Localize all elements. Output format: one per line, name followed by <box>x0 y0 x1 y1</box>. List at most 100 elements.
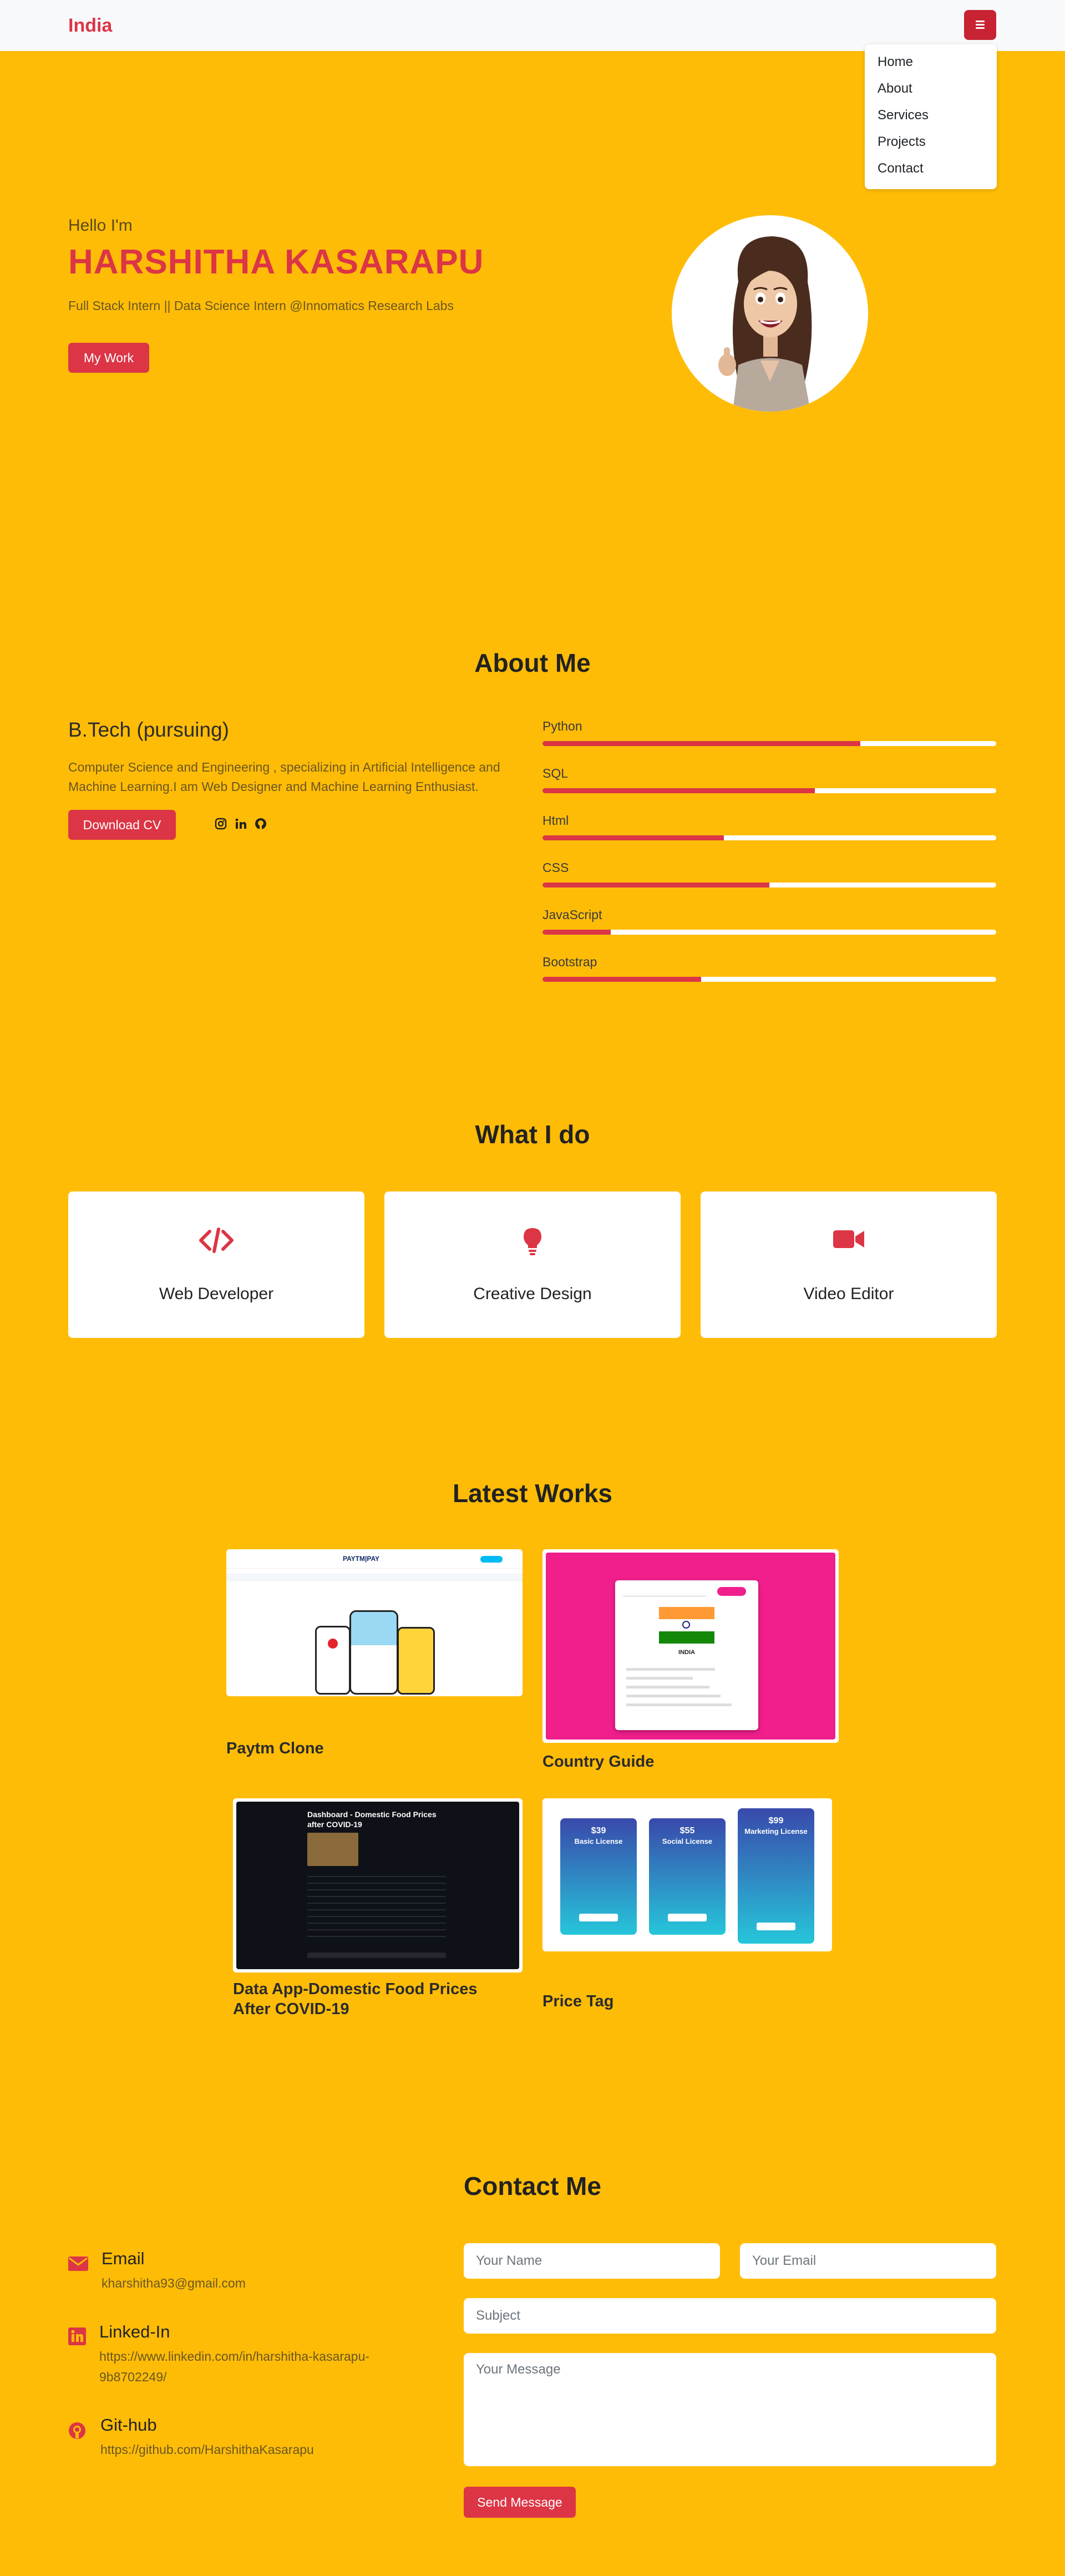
work-thumbnail-country-guide[interactable]: INDIA <box>542 1549 839 1743</box>
nav-dropdown-menu: Home About Services Projects Contact <box>865 44 997 189</box>
thumb-country-name: INDIA <box>678 1649 695 1656</box>
contact-label: Email <box>102 2249 145 2268</box>
my-work-button[interactable]: My Work <box>68 343 149 373</box>
avatar-illustration <box>672 215 868 412</box>
skill-progress-track <box>542 788 996 793</box>
about-text: Computer Science and Engineering , speci… <box>68 760 500 794</box>
thumb-country-card: INDIA <box>615 1580 758 1730</box>
message-input[interactable] <box>464 2353 996 2466</box>
price-value: $99 <box>768 1816 784 1825</box>
envelope-icon <box>68 2256 88 2274</box>
contact-title: Contact Me <box>464 2172 601 2200</box>
contact-value[interactable]: kharshitha93@gmail.com <box>102 2273 246 2294</box>
instagram-icon[interactable] <box>215 818 227 833</box>
service-label: Web Developer <box>159 1285 274 1303</box>
name-input[interactable] <box>464 2243 720 2279</box>
skill-progress-fill <box>542 788 815 793</box>
email-field[interactable] <box>740 2243 996 2279</box>
skill-progress-track <box>542 930 996 935</box>
nav-item-contact[interactable]: Contact <box>878 161 924 176</box>
works-title: Latest Works <box>452 1479 613 1508</box>
skill-progress-track <box>542 977 996 982</box>
skill-progress-fill <box>542 930 611 935</box>
brand-logo[interactable]: India <box>68 15 112 37</box>
thumb-phone-left <box>315 1626 351 1695</box>
lightbulb-icon <box>384 1227 681 1256</box>
nav-item-services[interactable]: Services <box>878 108 929 123</box>
skill-label: Bootstrap <box>542 955 597 969</box>
subject-input[interactable] <box>464 2298 996 2334</box>
linkedin-icon <box>68 2327 86 2348</box>
skill-progress-track <box>542 741 996 746</box>
service-card-video-editor[interactable]: Video Editor <box>701 1191 997 1338</box>
message-field[interactable] <box>464 2353 996 2466</box>
thumb-dashboard: Dashboard - Domestic Food Prices after C… <box>236 1802 519 1969</box>
skill-label: CSS <box>542 860 569 875</box>
services-title: What I do <box>475 1120 590 1149</box>
hero-name: HARSHITHA KASARAPU <box>68 243 484 281</box>
profile-avatar <box>672 215 868 412</box>
skills-list: Python SQL Html CSS JavaScript Bootstrap <box>542 719 996 983</box>
work-title-data-app[interactable]: Data App-Domestic Food Prices After COVI… <box>233 1979 510 2019</box>
price-card-basic: $39 Basic License <box>560 1818 637 1935</box>
work-thumbnail-data-app[interactable]: Dashboard - Domestic Food Prices after C… <box>233 1798 523 1972</box>
skill-label: Html <box>542 813 569 828</box>
work-title-paytm[interactable]: Paytm Clone <box>226 1738 324 1758</box>
contact-label: Git-hub <box>100 2415 157 2435</box>
price-plan: Marketing License <box>744 1827 808 1835</box>
skill-row: SQL <box>542 766 996 795</box>
linkedin-icon[interactable] <box>235 818 247 833</box>
send-message-button[interactable]: Send Message <box>464 2487 576 2518</box>
github-icon[interactable] <box>255 818 267 833</box>
thumb-phone-center <box>349 1610 398 1695</box>
hero-role: Full Stack Intern || Data Science Intern… <box>68 298 454 313</box>
skill-row: CSS <box>542 860 996 889</box>
name-field[interactable] <box>464 2243 720 2279</box>
nav-item-about[interactable]: About <box>878 81 912 97</box>
contact-value[interactable]: https://github.com/HarshithaKasarapu <box>100 2440 314 2460</box>
skill-row: Python <box>542 719 996 748</box>
menu-toggle-button[interactable] <box>964 10 996 40</box>
skill-progress-track <box>542 835 996 840</box>
work-thumbnail-price-tag[interactable]: $39 Basic License $55 Social License $99… <box>542 1798 832 1951</box>
work-title-price-tag[interactable]: Price Tag <box>542 1991 613 2011</box>
hero-greeting: Hello I'm <box>68 216 133 235</box>
skill-progress-fill <box>542 977 702 982</box>
skill-row: Bootstrap <box>542 955 996 983</box>
work-title-country-guide[interactable]: Country Guide <box>542 1752 654 1772</box>
service-card-web-developer[interactable]: Web Developer <box>68 1191 364 1338</box>
github-icon <box>68 2422 86 2442</box>
navbar <box>0 0 1065 51</box>
work-thumbnail-paytm[interactable]: PAYTM|PAY <box>226 1549 523 1696</box>
service-label: Creative Design <box>473 1285 592 1303</box>
skill-progress-track <box>542 883 996 888</box>
video-camera-icon <box>701 1227 997 1251</box>
skill-row: JavaScript <box>542 907 996 936</box>
thumb-logo: PAYTM|PAY <box>343 1555 380 1563</box>
nav-item-home[interactable]: Home <box>878 54 913 70</box>
skill-label: Python <box>542 719 582 733</box>
thumb-signin <box>480 1556 503 1563</box>
email-input[interactable] <box>740 2243 996 2279</box>
thumb-background: INDIA <box>546 1553 835 1740</box>
contact-value[interactable]: https://www.linkedin.com/in/harshitha-ka… <box>99 2346 410 2387</box>
hamburger-icon-line <box>976 24 985 26</box>
skill-label: SQL <box>542 766 569 780</box>
social-links <box>215 818 276 832</box>
thumb-dashboard-title: Dashboard - Domestic Food Prices after C… <box>307 1810 437 1829</box>
hamburger-icon-line <box>976 27 985 29</box>
about-title: About Me <box>474 648 591 677</box>
skill-progress-fill <box>542 883 769 888</box>
download-cv-button[interactable]: Download CV <box>68 810 176 840</box>
subject-field[interactable] <box>464 2298 996 2334</box>
contact-label: Linked-In <box>99 2322 170 2341</box>
nav-item-projects[interactable]: Projects <box>878 134 926 150</box>
price-plan: Basic License <box>574 1837 623 1845</box>
hamburger-icon <box>976 21 985 22</box>
skill-progress-fill <box>542 835 724 840</box>
service-card-creative-design[interactable]: Creative Design <box>384 1191 681 1338</box>
about-degree: B.Tech (pursuing) <box>68 718 229 741</box>
skill-progress-fill <box>542 741 860 746</box>
price-value: $39 <box>591 1826 606 1835</box>
skill-row: Html <box>542 813 996 842</box>
